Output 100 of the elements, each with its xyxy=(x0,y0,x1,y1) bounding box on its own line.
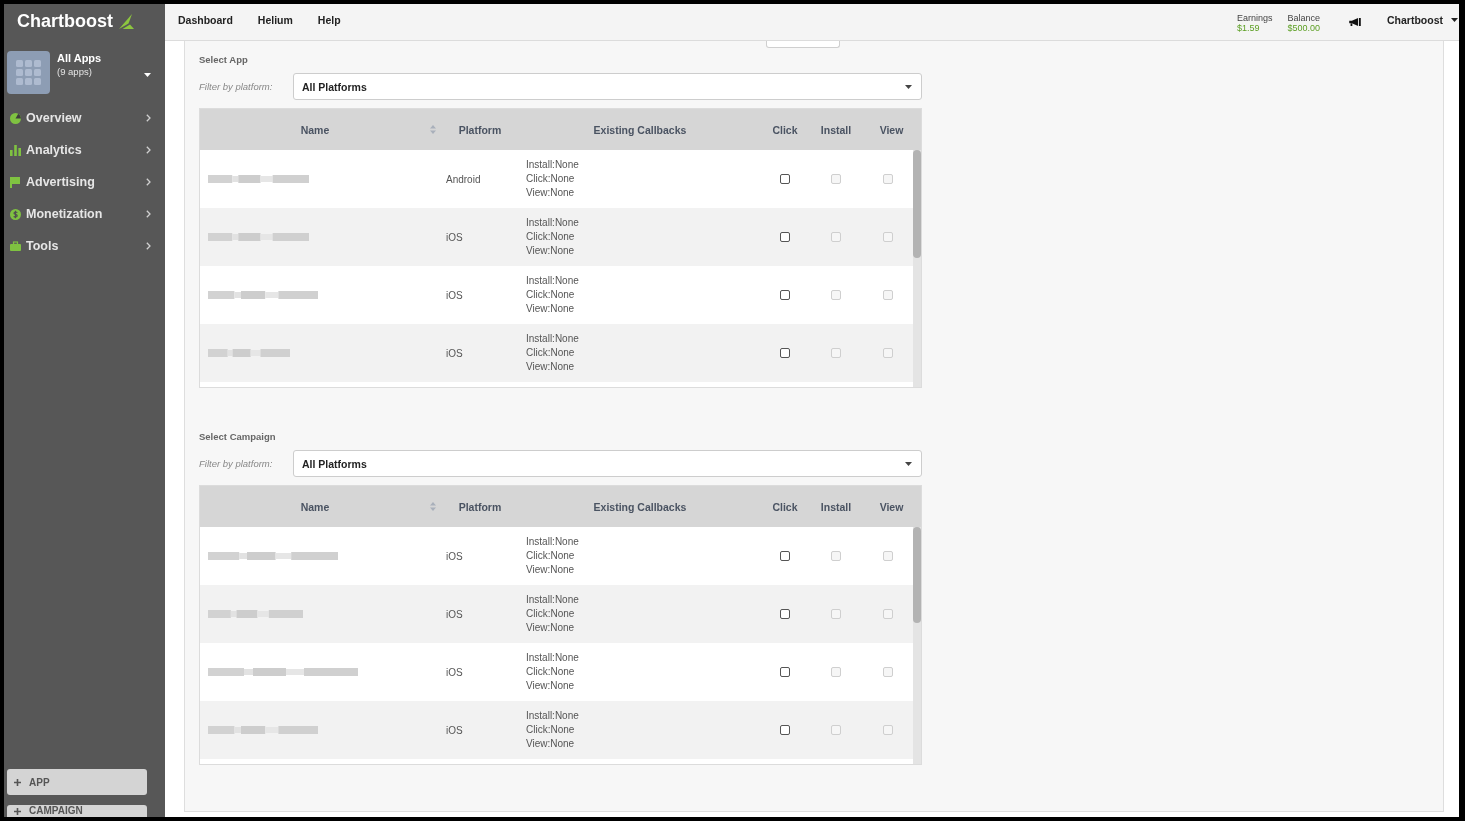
column-header: View xyxy=(878,499,905,515)
chevron-right-icon xyxy=(146,210,151,218)
callback-text: View:None xyxy=(526,186,575,200)
section-title: Select Campaign xyxy=(199,431,277,443)
callback-text: Install:None xyxy=(526,593,579,607)
section-title: Select App xyxy=(199,54,249,66)
sort-icon xyxy=(430,125,436,134)
scrollbar-track[interactable] xyxy=(913,527,921,764)
checkbox[interactable] xyxy=(780,348,790,358)
platform-text: iOS xyxy=(446,289,463,301)
caret-down-icon xyxy=(905,461,912,466)
platform-select[interactable]: All Platforms xyxy=(293,450,922,477)
plus-icon xyxy=(14,807,21,815)
table-row[interactable]: iOS Install:None Click:None View:None xyxy=(200,701,913,759)
column-header: Click xyxy=(771,122,799,138)
callback-text: Click:None xyxy=(526,172,575,186)
callback-text: View:None xyxy=(526,244,575,258)
callback-text: Click:None xyxy=(526,346,575,360)
table-row[interactable]: iOS Install:None Click:None View:None xyxy=(200,208,913,266)
column-header: Platform xyxy=(457,122,503,138)
app-switcher-title[interactable]: All Apps xyxy=(57,52,102,65)
column-header: View xyxy=(878,122,905,138)
filter-label: Filter by platform: xyxy=(199,458,274,469)
top-nav-link[interactable]: Help xyxy=(317,14,341,26)
callback-text: Install:None xyxy=(526,158,579,172)
platform-text: iOS xyxy=(446,608,463,620)
chevron-right-icon xyxy=(146,114,151,122)
column-header[interactable]: Name xyxy=(200,486,440,527)
stat-label: Earnings xyxy=(1236,13,1273,23)
logo-icon xyxy=(119,13,134,29)
checkbox[interactable] xyxy=(780,667,790,677)
button-fragment[interactable] xyxy=(766,41,840,48)
add-button[interactable]: APP xyxy=(7,769,147,795)
caret-down-icon xyxy=(905,84,912,89)
callback-text: Install:None xyxy=(526,651,579,665)
callback-text: Click:None xyxy=(526,607,575,621)
checkbox[interactable] xyxy=(780,232,790,242)
callback-text: Click:None xyxy=(526,288,575,302)
megaphone-icon[interactable] xyxy=(1349,18,1361,26)
callback-text: Install:None xyxy=(526,709,579,723)
top-nav-link[interactable]: Helium xyxy=(257,14,293,26)
callback-text: Click:None xyxy=(526,665,575,679)
toolbox-icon xyxy=(10,240,21,252)
dollar-coin-icon xyxy=(10,208,21,220)
app-count: (9 apps) xyxy=(57,65,92,78)
column-header: Install xyxy=(819,122,853,138)
chevron-right-icon xyxy=(146,146,151,154)
filter-label: Filter by platform: xyxy=(199,81,274,92)
checkbox[interactable] xyxy=(780,551,790,561)
nav-item[interactable]: Monetization xyxy=(4,198,165,230)
callback-text: View:None xyxy=(526,737,575,751)
platform-select[interactable]: All Platforms xyxy=(293,73,922,100)
sort-icon xyxy=(430,502,436,511)
stat-value: $1.59 xyxy=(1236,23,1261,33)
caret-down-icon[interactable] xyxy=(144,73,151,77)
top-nav-link[interactable]: Dashboard xyxy=(178,14,233,26)
column-header: Existing Callbacks xyxy=(592,499,688,515)
column-header: Install xyxy=(819,499,853,515)
caret-down-icon xyxy=(1451,18,1458,22)
stat-value: $500.00 xyxy=(1287,23,1320,33)
scrollbar-thumb[interactable] xyxy=(913,527,921,623)
add-button[interactable]: CAMPAIGN xyxy=(7,805,147,817)
nav-item[interactable]: Advertising xyxy=(4,166,165,198)
callback-text: Install:None xyxy=(526,216,579,230)
platform-text: iOS xyxy=(446,550,463,562)
column-header: Click xyxy=(771,499,799,515)
platform-text: iOS xyxy=(446,666,463,678)
table-row[interactable]: iOS Install:None Click:None View:None xyxy=(200,324,913,382)
platform-text: iOS xyxy=(446,231,463,243)
stat-label: Balance xyxy=(1287,13,1320,23)
callback-text: View:None xyxy=(526,679,575,693)
callback-text: Install:None xyxy=(526,274,579,288)
callback-text: Install:None xyxy=(526,332,579,346)
logo-text: Chartboost xyxy=(17,10,113,32)
checkbox[interactable] xyxy=(780,290,790,300)
platform-text: iOS xyxy=(446,724,463,736)
nav-item[interactable]: Overview xyxy=(4,102,165,134)
platform-text: Android xyxy=(446,173,481,185)
table-row[interactable]: iOS Install:None Click:None View:None xyxy=(200,585,913,643)
checkbox[interactable] xyxy=(780,174,790,184)
callback-text: View:None xyxy=(526,621,575,635)
callback-text: Click:None xyxy=(526,230,575,244)
plus-icon xyxy=(14,778,21,786)
scrollbar-track[interactable] xyxy=(913,150,921,387)
nav-item[interactable]: Analytics xyxy=(4,134,165,166)
callback-text: Install:None xyxy=(526,535,579,549)
column-header: Platform xyxy=(457,499,503,515)
column-header: Existing Callbacks xyxy=(592,122,688,138)
nav-item[interactable]: Tools xyxy=(4,230,165,262)
checkbox[interactable] xyxy=(780,725,790,735)
account-menu[interactable]: Chartboost xyxy=(1387,14,1458,26)
callback-text: Click:None xyxy=(526,723,575,737)
callback-text: View:None xyxy=(526,302,575,316)
checkbox[interactable] xyxy=(780,609,790,619)
callback-text: Click:None xyxy=(526,549,575,563)
app-grid-icon[interactable] xyxy=(7,51,50,94)
scrollbar-thumb[interactable] xyxy=(913,150,921,258)
platform-text: iOS xyxy=(446,347,463,359)
flag-icon xyxy=(10,176,21,188)
column-header[interactable]: Name xyxy=(200,109,440,150)
